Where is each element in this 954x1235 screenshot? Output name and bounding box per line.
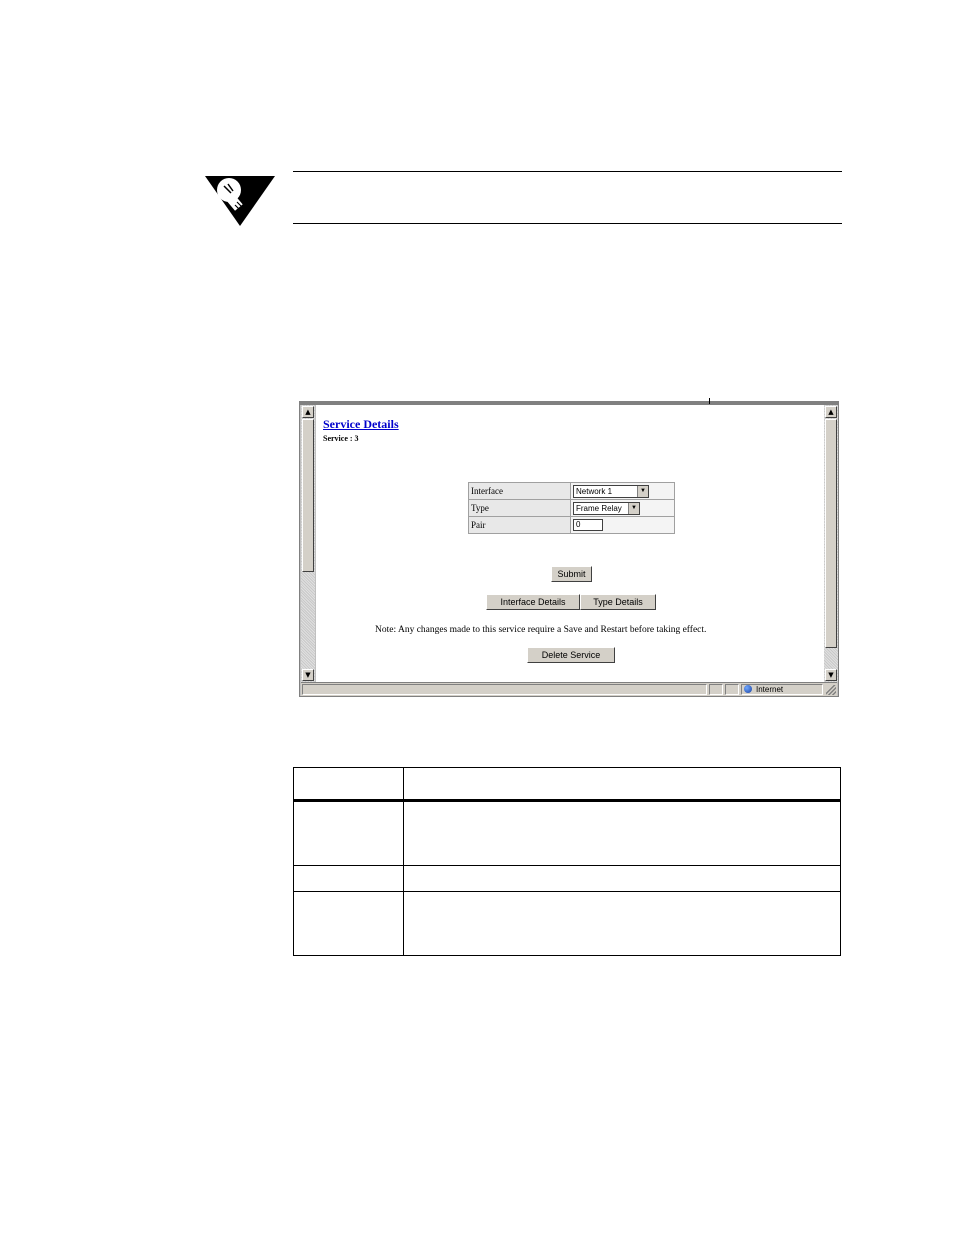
scroll-down-arrow-icon[interactable]: ▼ bbox=[825, 669, 837, 681]
scroll-up-arrow-icon[interactable]: ▲ bbox=[302, 406, 314, 418]
page-content: Service Details Service : 3 Interface Ne… bbox=[316, 405, 824, 682]
type-select[interactable]: Frame Relay ▼ bbox=[573, 501, 640, 515]
left-scrollbar[interactable]: ▲ ▼ bbox=[301, 405, 315, 682]
table-row bbox=[293, 800, 841, 866]
scroll-down-arrow-icon[interactable]: ▼ bbox=[302, 669, 314, 681]
scrollbar-thumb[interactable] bbox=[302, 419, 314, 572]
status-panel-main bbox=[302, 684, 707, 695]
table-cell bbox=[293, 891, 404, 956]
scrollbar-thumb[interactable] bbox=[825, 419, 837, 648]
status-panel-2 bbox=[725, 684, 739, 695]
form-row-interface: Interface Network 1 ▼ bbox=[468, 482, 675, 500]
browser-window: ▲ ▼ Service Details Service : 3 Interfac… bbox=[299, 398, 839, 697]
form-row-type: Type Frame Relay ▼ bbox=[468, 499, 675, 517]
type-select-value: Frame Relay bbox=[576, 503, 622, 513]
description-table bbox=[293, 767, 841, 956]
chevron-down-icon[interactable]: ▼ bbox=[628, 502, 639, 514]
right-scrollbar[interactable]: ▲ ▼ bbox=[824, 405, 838, 682]
note-top-rule bbox=[293, 171, 842, 172]
note-bottom-rule bbox=[293, 223, 842, 224]
table-header-cell bbox=[403, 767, 841, 802]
browser-tick-mark bbox=[709, 398, 710, 404]
interface-select-value: Network 1 bbox=[576, 486, 613, 496]
type-label: Type bbox=[468, 499, 571, 517]
interface-cell: Network 1 ▼ bbox=[570, 482, 675, 500]
status-panel-1 bbox=[709, 684, 723, 695]
interface-details-button[interactable]: Interface Details bbox=[486, 594, 580, 610]
zone-label: Internet bbox=[756, 685, 784, 694]
interface-select[interactable]: Network 1 ▼ bbox=[573, 484, 649, 498]
delete-service-button[interactable]: Delete Service bbox=[527, 647, 615, 663]
resize-grip-icon[interactable] bbox=[826, 685, 836, 695]
type-details-button[interactable]: Type Details bbox=[580, 594, 656, 610]
table-row bbox=[293, 891, 841, 956]
pair-input[interactable]: 0 bbox=[573, 519, 603, 531]
submit-button[interactable]: Submit bbox=[551, 566, 592, 582]
interface-label: Interface bbox=[468, 482, 571, 500]
table-row bbox=[293, 865, 841, 892]
lightbulb-note-icon bbox=[205, 176, 275, 226]
table-cell bbox=[403, 891, 841, 956]
page-subtitle: Service : 3 bbox=[323, 434, 359, 443]
table-cell bbox=[293, 865, 404, 892]
scroll-up-arrow-icon[interactable]: ▲ bbox=[825, 406, 837, 418]
form-row-pair: Pair 0 bbox=[468, 516, 675, 534]
pair-label: Pair bbox=[468, 516, 571, 534]
status-bar: Internet bbox=[301, 682, 837, 696]
table-cell bbox=[293, 800, 404, 866]
table-cell bbox=[403, 800, 841, 866]
service-form-table: Interface Network 1 ▼ Type Frame Relay ▼ bbox=[468, 482, 675, 534]
table-header-cell bbox=[293, 767, 404, 802]
pair-cell: 0 bbox=[570, 516, 675, 534]
page-title[interactable]: Service Details bbox=[323, 417, 399, 432]
table-cell bbox=[403, 865, 841, 892]
globe-icon bbox=[744, 685, 752, 693]
type-cell: Frame Relay ▼ bbox=[570, 499, 675, 517]
chevron-down-icon[interactable]: ▼ bbox=[637, 485, 648, 497]
table-header-row bbox=[293, 767, 841, 802]
save-restart-note: Note: Any changes made to this service r… bbox=[375, 625, 707, 635]
